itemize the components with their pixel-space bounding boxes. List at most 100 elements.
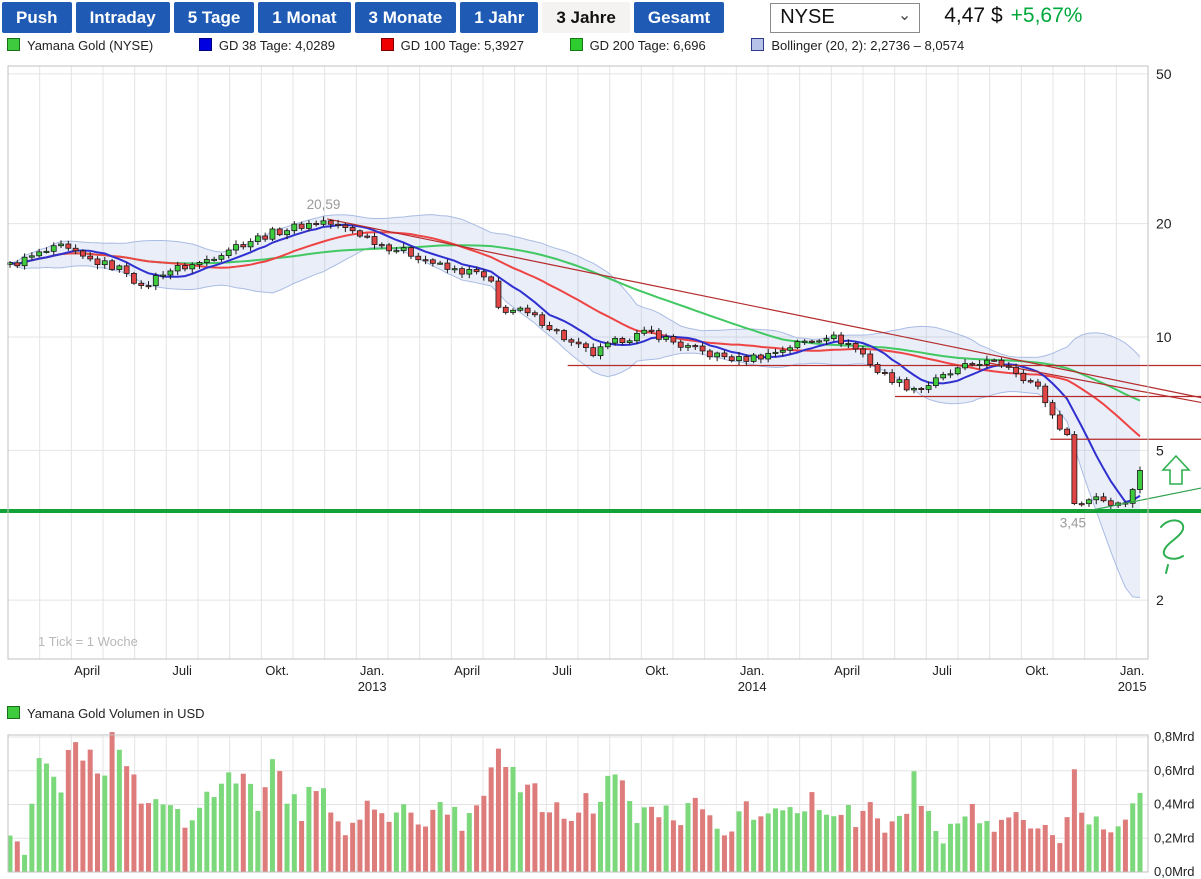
candle <box>868 354 873 365</box>
candle <box>926 386 931 390</box>
volume-bar <box>751 820 756 872</box>
candle <box>37 252 42 256</box>
volume-bar <box>984 821 989 872</box>
candle <box>583 344 588 348</box>
candle <box>496 281 501 307</box>
tab-intraday[interactable]: Intraday <box>76 2 170 33</box>
candle <box>1065 429 1070 434</box>
candle <box>168 271 173 275</box>
candle <box>270 229 275 239</box>
candle <box>481 272 486 277</box>
volume-bar <box>583 793 588 872</box>
price-annotation: 3,45 <box>1060 515 1086 530</box>
tab-5-tage[interactable]: 5 Tage <box>174 2 255 33</box>
candle <box>489 277 494 281</box>
candle <box>299 224 304 228</box>
volume-bar <box>933 831 938 872</box>
volume-bar <box>525 785 530 872</box>
volume-bar <box>255 811 260 872</box>
volume-bar <box>1021 820 1026 872</box>
candle <box>1079 504 1084 505</box>
volume-bar <box>693 798 698 872</box>
candle <box>59 244 64 246</box>
volume-bar <box>970 804 975 872</box>
volume-bar <box>795 813 800 872</box>
candle <box>503 307 508 312</box>
candle <box>839 335 844 344</box>
candle <box>751 355 756 361</box>
volume-bar <box>598 802 603 872</box>
candle <box>846 343 851 344</box>
volume-bar <box>139 804 144 872</box>
volume-bar-chart[interactable]: 0,8Mrd0,6Mrd0,4Mrd0,2Mrd0,0Mrd <box>0 726 1201 879</box>
volume-bar <box>102 776 107 872</box>
legend-color-swatch <box>751 38 764 51</box>
candle <box>1108 501 1113 506</box>
candle <box>416 256 421 259</box>
volume-bar <box>445 815 450 872</box>
candle <box>700 346 705 351</box>
legend-label: Yamana Gold (NYSE) <box>27 38 153 53</box>
volume-bar <box>1050 835 1055 872</box>
price-change: +5,67% <box>1011 4 1083 27</box>
y-axis-label: 2 <box>1156 592 1164 608</box>
tab-3-jahre[interactable]: 3 Jahre <box>542 2 630 33</box>
volume-bar <box>999 820 1004 872</box>
volume-bar <box>350 823 355 872</box>
candle <box>1094 497 1099 500</box>
tab-3-monate[interactable]: 3 Monate <box>355 2 457 33</box>
tab-1-jahr[interactable]: 1 Jahr <box>460 2 538 33</box>
volume-bar <box>817 810 822 872</box>
candle <box>248 242 253 247</box>
volume-bar <box>270 759 275 872</box>
volume-bar <box>1079 813 1084 872</box>
exchange-select[interactable]: NYSE⌄ <box>770 3 920 33</box>
candle <box>1101 497 1106 501</box>
legend-color-swatch <box>7 38 20 51</box>
volume-bar <box>423 827 428 872</box>
candle <box>306 223 311 228</box>
candle <box>365 236 370 237</box>
candle <box>124 266 129 274</box>
candle <box>744 356 749 361</box>
volume-bar <box>634 823 639 872</box>
candle <box>131 273 136 283</box>
candle <box>1137 470 1142 489</box>
candle <box>773 352 778 353</box>
candle <box>117 266 122 270</box>
candle <box>430 260 435 263</box>
volume-bar <box>489 767 494 872</box>
x-axis-year-label: 2014 <box>738 679 767 694</box>
volume-bar <box>868 802 873 872</box>
volume-bar <box>95 774 100 872</box>
candle <box>634 333 639 340</box>
tab-gesamt[interactable]: Gesamt <box>634 2 724 33</box>
tab-push[interactable]: Push <box>2 2 72 33</box>
volume-bar <box>29 804 34 872</box>
candle <box>576 342 581 344</box>
candle <box>212 259 217 260</box>
candle <box>357 231 362 236</box>
candle <box>685 346 690 348</box>
candle <box>664 337 669 340</box>
candle <box>941 375 946 378</box>
candle <box>788 348 793 351</box>
volume-axis-label: 0,0Mrd <box>1154 864 1194 879</box>
candle <box>423 260 428 261</box>
tab-1-monat[interactable]: 1 Monat <box>258 2 350 33</box>
volume-bar <box>1130 803 1135 872</box>
candle <box>1043 386 1048 403</box>
candle <box>795 342 800 348</box>
volume-bar <box>459 831 464 872</box>
candle <box>197 263 202 265</box>
volume-bar <box>518 792 523 872</box>
candle <box>525 308 530 313</box>
volume-bar <box>190 820 195 872</box>
volume-bar <box>1043 825 1048 872</box>
legend-color-swatch <box>381 38 394 51</box>
candle <box>1006 366 1011 367</box>
candle <box>146 286 151 287</box>
volume-bar <box>963 816 968 872</box>
price-candlestick-chart[interactable]: 20,593,4550201052AprilJuliOkt.Jan.2013Ap… <box>0 58 1201 700</box>
volume-bar <box>117 750 122 872</box>
